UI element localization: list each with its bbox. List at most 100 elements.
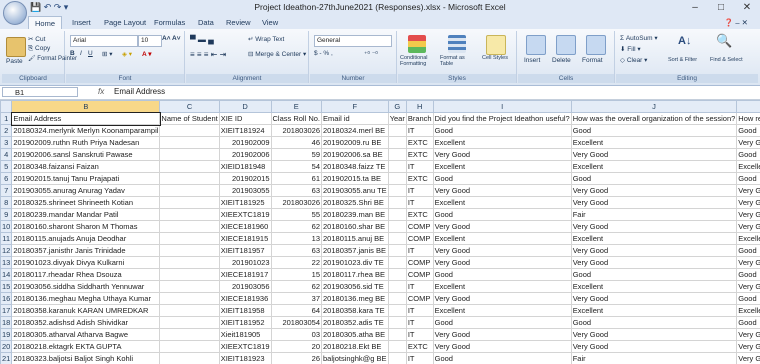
cell[interactable]: Good [736, 172, 760, 185]
cell[interactable]: Excellent [736, 160, 760, 173]
cell[interactable] [159, 124, 220, 137]
conditional-formatting-button[interactable]: Conditional Formatting [400, 55, 438, 67]
cell[interactable]: 20180115.anujads Anuja Deodhar [11, 232, 161, 245]
cell[interactable]: Xieit181905 [218, 328, 272, 341]
cell[interactable]: Very Good [736, 328, 760, 341]
cell[interactable]: Class Roll No. [270, 112, 323, 125]
row-header[interactable]: 4 [0, 148, 13, 161]
cell[interactable]: 37 [270, 292, 323, 305]
fx-icon[interactable]: fx [98, 87, 104, 96]
row-header[interactable]: 12 [0, 244, 13, 257]
cell[interactable]: XIE ID [218, 112, 272, 125]
tab-data[interactable]: Data [192, 16, 220, 29]
cell[interactable]: 13 [270, 232, 323, 245]
row-header[interactable]: 20 [0, 340, 13, 353]
row-header[interactable]: 10 [0, 220, 13, 233]
column-header[interactable] [736, 100, 760, 113]
row-header[interactable]: 9 [0, 208, 13, 221]
cell[interactable]: 20180348.faizz TE [321, 160, 389, 173]
cell[interactable]: Name of Student [159, 112, 220, 125]
cell[interactable]: 20180115.anuj BE [321, 232, 389, 245]
cell[interactable] [159, 184, 220, 197]
close-button[interactable]: ✕ [734, 0, 760, 15]
delete-cells-icon[interactable] [556, 35, 576, 55]
cell[interactable]: 20 [270, 340, 323, 353]
cell[interactable]: Good [432, 352, 572, 364]
column-header[interactable]: G [387, 100, 407, 113]
cell[interactable]: XIEID181948 [218, 160, 272, 173]
cell[interactable]: 20180358.kara TE [321, 304, 389, 317]
row-header[interactable]: 1 [0, 112, 13, 125]
cell[interactable] [159, 172, 220, 185]
cell[interactable]: 201902015.ta BE [321, 172, 389, 185]
sort-filter-icon[interactable]: A↓ [678, 35, 691, 47]
cell[interactable]: 20180323.baljotsi Baljot Singh Kohli [11, 352, 161, 364]
cell[interactable]: 20180357.janis BE [321, 244, 389, 257]
cell[interactable]: Good [432, 172, 572, 185]
cell[interactable] [159, 136, 220, 149]
cell[interactable] [387, 256, 407, 269]
cell[interactable]: 201903055.anurag Anurag Yadav [11, 184, 161, 197]
cell[interactable]: Very Good [570, 196, 738, 209]
cell[interactable]: Very Good [736, 280, 760, 293]
cell[interactable] [387, 220, 407, 233]
cell[interactable]: COMP [405, 256, 434, 269]
cell[interactable]: How was the overall organization of the … [570, 112, 738, 125]
cell[interactable] [387, 268, 407, 281]
column-header[interactable]: H [405, 100, 434, 113]
sort-filter-button[interactable]: Sort & Filter [668, 57, 697, 63]
row-header[interactable]: 13 [0, 256, 13, 269]
row-header[interactable]: 8 [0, 196, 13, 209]
align-top-icon[interactable]: ▀ ▬ ▄ [190, 35, 214, 44]
cell[interactable]: XIEIT181924 [218, 124, 272, 137]
minimize-button[interactable]: – [682, 0, 708, 15]
cell[interactable]: 201903055 [218, 184, 272, 197]
cell[interactable]: Very Good [570, 220, 738, 233]
row-header[interactable]: 11 [0, 232, 13, 245]
cell[interactable] [387, 172, 407, 185]
cell[interactable]: EXTC [405, 136, 434, 149]
format-cells-icon[interactable] [586, 35, 606, 55]
cell[interactable]: Very Good [570, 328, 738, 341]
format-table-button[interactable]: Format as Table [440, 55, 476, 67]
cell[interactable]: Good [432, 316, 572, 329]
cell[interactable]: Excellent [432, 160, 572, 173]
cell[interactable] [387, 208, 407, 221]
cell[interactable] [159, 340, 220, 353]
cell[interactable]: IT [405, 124, 434, 137]
row-header[interactable]: 5 [0, 160, 13, 173]
row-header[interactable]: 19 [0, 328, 13, 341]
row-header[interactable]: 21 [0, 352, 13, 364]
tab-home[interactable]: Home [28, 16, 63, 30]
cell[interactable]: Very Good [432, 328, 572, 341]
row-header[interactable]: 16 [0, 292, 13, 305]
fill-color-icon[interactable]: ◈ ▾ [122, 50, 132, 58]
cell[interactable]: Branch [405, 112, 434, 125]
cell[interactable]: 20180136.meg BE [321, 292, 389, 305]
cell[interactable]: 62 [270, 220, 323, 233]
grow-font-icon[interactable]: A˄ A˅ [162, 35, 181, 42]
cell[interactable] [387, 232, 407, 245]
cell[interactable] [387, 184, 407, 197]
cell[interactable] [159, 148, 220, 161]
format-button[interactable]: Format [582, 57, 603, 64]
cell[interactable]: Very Good [570, 244, 738, 257]
cell[interactable]: Good [432, 124, 572, 137]
font-color-icon[interactable]: A ▾ [142, 50, 152, 58]
cell[interactable]: Very Good [570, 256, 738, 269]
cell[interactable]: COMP [405, 232, 434, 245]
decimal-icon[interactable]: ⁺⁰ ⁻⁰ [364, 50, 378, 58]
cell[interactable]: 20180305.atharval Atharva Bagwe [11, 328, 161, 341]
cell[interactable]: XIECE181915 [218, 232, 272, 245]
cell[interactable]: IT [405, 196, 434, 209]
underline-icon[interactable]: U [88, 50, 93, 57]
cell[interactable]: Very Good [736, 256, 760, 269]
cell[interactable]: 201803026 [270, 124, 323, 137]
bold-icon[interactable]: B [70, 50, 75, 57]
cell[interactable]: 201803026 [270, 196, 323, 209]
cell[interactable]: 201902006.sansl Sanskruti Pawase [11, 148, 161, 161]
cell[interactable]: COMP [405, 268, 434, 281]
cell[interactable] [159, 328, 220, 341]
cell[interactable]: 201902006.sa BE [321, 148, 389, 161]
cell[interactable]: 20180348.faizansi Faizan [11, 160, 161, 173]
